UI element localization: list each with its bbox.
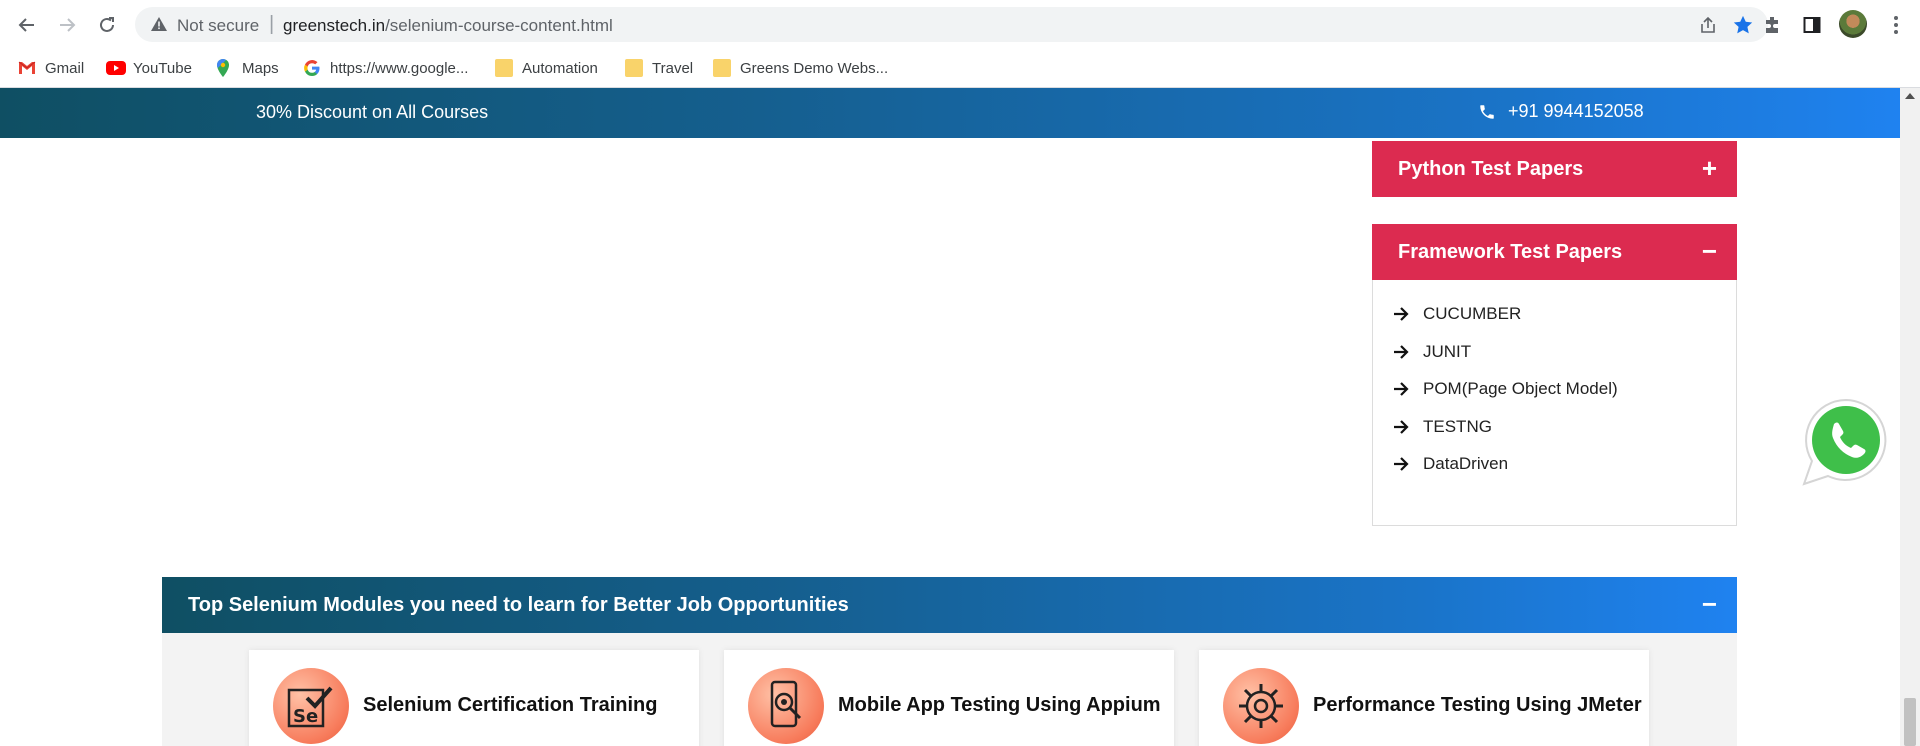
warning-icon[interactable] <box>151 17 167 36</box>
menu-kebab-icon[interactable] <box>1881 10 1911 40</box>
bookmark-label: Maps <box>242 59 279 77</box>
page-scrollbar[interactable] <box>1900 88 1920 746</box>
framework-test-papers-header[interactable]: Framework Test Papers − <box>1372 224 1737 280</box>
bookmark-youtube[interactable]: YouTube <box>106 55 192 81</box>
address-bar[interactable]: Not secure | greenstech.in/selenium-cour… <box>135 7 1768 42</box>
module-card[interactable]: Mobile App Testing Using Appium <box>724 650 1174 746</box>
list-item-label: TESTNG <box>1423 417 1492 436</box>
gmail-icon <box>18 59 36 77</box>
svg-text:Se: Se <box>293 706 318 727</box>
mobile-testing-icon <box>748 668 824 744</box>
framework-test-papers-list: CUCUMBER JUNIT POM(Page Object Model) TE… <box>1372 280 1737 526</box>
modules-title: Top Selenium Modules you need to learn f… <box>188 593 849 616</box>
module-card[interactable]: Se Selenium Certification Training <box>249 650 699 746</box>
performance-gear-icon <box>1223 668 1299 744</box>
bookmark-google[interactable]: https://www.google... <box>303 55 468 81</box>
list-item[interactable]: TESTNG <box>1393 417 1492 437</box>
reload-icon[interactable] <box>92 10 122 40</box>
arrow-right-icon <box>1394 420 1409 434</box>
arrow-right-icon <box>1394 345 1409 359</box>
phone-contact[interactable]: +91 9944152058 <box>1478 101 1644 122</box>
phone-number: +91 9944152058 <box>1508 101 1644 121</box>
module-card-title: Performance Testing Using JMeter <box>1313 694 1642 716</box>
folder-icon <box>495 59 513 77</box>
arrow-right-icon <box>1394 307 1409 321</box>
url-text[interactable]: greenstech.in/selenium-course-content.ht… <box>283 16 613 36</box>
bookmark-label: Automation <box>522 59 598 77</box>
list-item[interactable]: CUCUMBER <box>1393 304 1521 324</box>
list-item[interactable]: DataDriven <box>1393 454 1508 474</box>
module-card[interactable]: Performance Testing Using JMeter <box>1199 650 1649 746</box>
back-icon[interactable] <box>12 10 42 40</box>
bookmark-label: YouTube <box>133 59 192 77</box>
bookmark-maps[interactable]: Maps <box>215 55 279 81</box>
list-item-label: JUNIT <box>1423 342 1472 361</box>
arrow-right-icon <box>1394 382 1409 396</box>
collapse-minus-icon[interactable]: − <box>1702 238 1717 264</box>
side-panel-icon[interactable] <box>1797 10 1827 40</box>
bookmark-label: Gmail <box>45 59 85 77</box>
scroll-up-icon[interactable] <box>1905 93 1915 99</box>
discount-text: 30% Discount on All Courses <box>256 102 489 122</box>
list-item-label: DataDriven <box>1423 454 1509 473</box>
bookmark-label: https://www.google... <box>330 59 469 77</box>
extensions-icon[interactable] <box>1757 10 1787 40</box>
python-test-papers-header[interactable]: Python Test Papers + <box>1372 141 1737 197</box>
bookmark-greens-demo[interactable]: Greens Demo Webs... <box>713 55 888 81</box>
module-card-title: Selenium Certification Training <box>363 694 658 716</box>
browser-toolbar: Not secure | greenstech.in/selenium-cour… <box>0 0 1920 48</box>
url-separator: | <box>269 13 275 35</box>
bookmark-star-icon[interactable] <box>1732 14 1754 41</box>
folder-icon <box>713 59 731 77</box>
bookmarks-bar: Gmail YouTube Maps https://www.google...… <box>0 48 1920 88</box>
promo-topbar: 30% Discount on All Courses +91 99441520… <box>0 88 1900 138</box>
google-icon <box>303 59 321 77</box>
expand-plus-icon[interactable]: + <box>1702 155 1717 181</box>
profile-avatar[interactable] <box>1839 10 1867 38</box>
maps-icon <box>215 59 233 77</box>
accordion-title: Python Test Papers <box>1398 157 1584 180</box>
phone-icon <box>1480 104 1494 119</box>
page-content: 30% Discount on All Courses +91 99441520… <box>0 88 1900 746</box>
selenium-icon: Se <box>273 668 349 744</box>
scroll-thumb[interactable] <box>1904 698 1916 746</box>
arrow-right-icon <box>1394 457 1409 471</box>
module-card-title: Mobile App Testing Using Appium <box>838 694 1161 716</box>
bookmark-gmail[interactable]: Gmail <box>18 55 84 81</box>
bookmark-label: Greens Demo Webs... <box>740 59 889 77</box>
security-label[interactable]: Not secure <box>177 16 259 36</box>
url-domain: greenstech.in <box>283 16 386 35</box>
collapse-minus-icon[interactable]: − <box>1702 591 1717 617</box>
bookmark-automation[interactable]: Automation <box>495 55 598 81</box>
bookmark-travel[interactable]: Travel <box>625 55 693 81</box>
youtube-icon <box>106 59 126 77</box>
whatsapp-icon[interactable] <box>1798 394 1894 490</box>
forward-icon[interactable] <box>52 10 82 40</box>
bookmark-label: Travel <box>652 59 694 77</box>
share-icon[interactable] <box>1698 15 1718 40</box>
folder-icon <box>625 59 643 77</box>
modules-section-header[interactable]: Top Selenium Modules you need to learn f… <box>162 577 1737 633</box>
accordion-title: Framework Test Papers <box>1398 240 1623 263</box>
list-item-label: POM(Page Object Model) <box>1423 379 1618 398</box>
url-path: /selenium-course-content.html <box>385 16 613 35</box>
list-item-label: CUCUMBER <box>1423 304 1522 323</box>
list-item[interactable]: POM(Page Object Model) <box>1393 379 1618 399</box>
list-item[interactable]: JUNIT <box>1393 342 1471 362</box>
